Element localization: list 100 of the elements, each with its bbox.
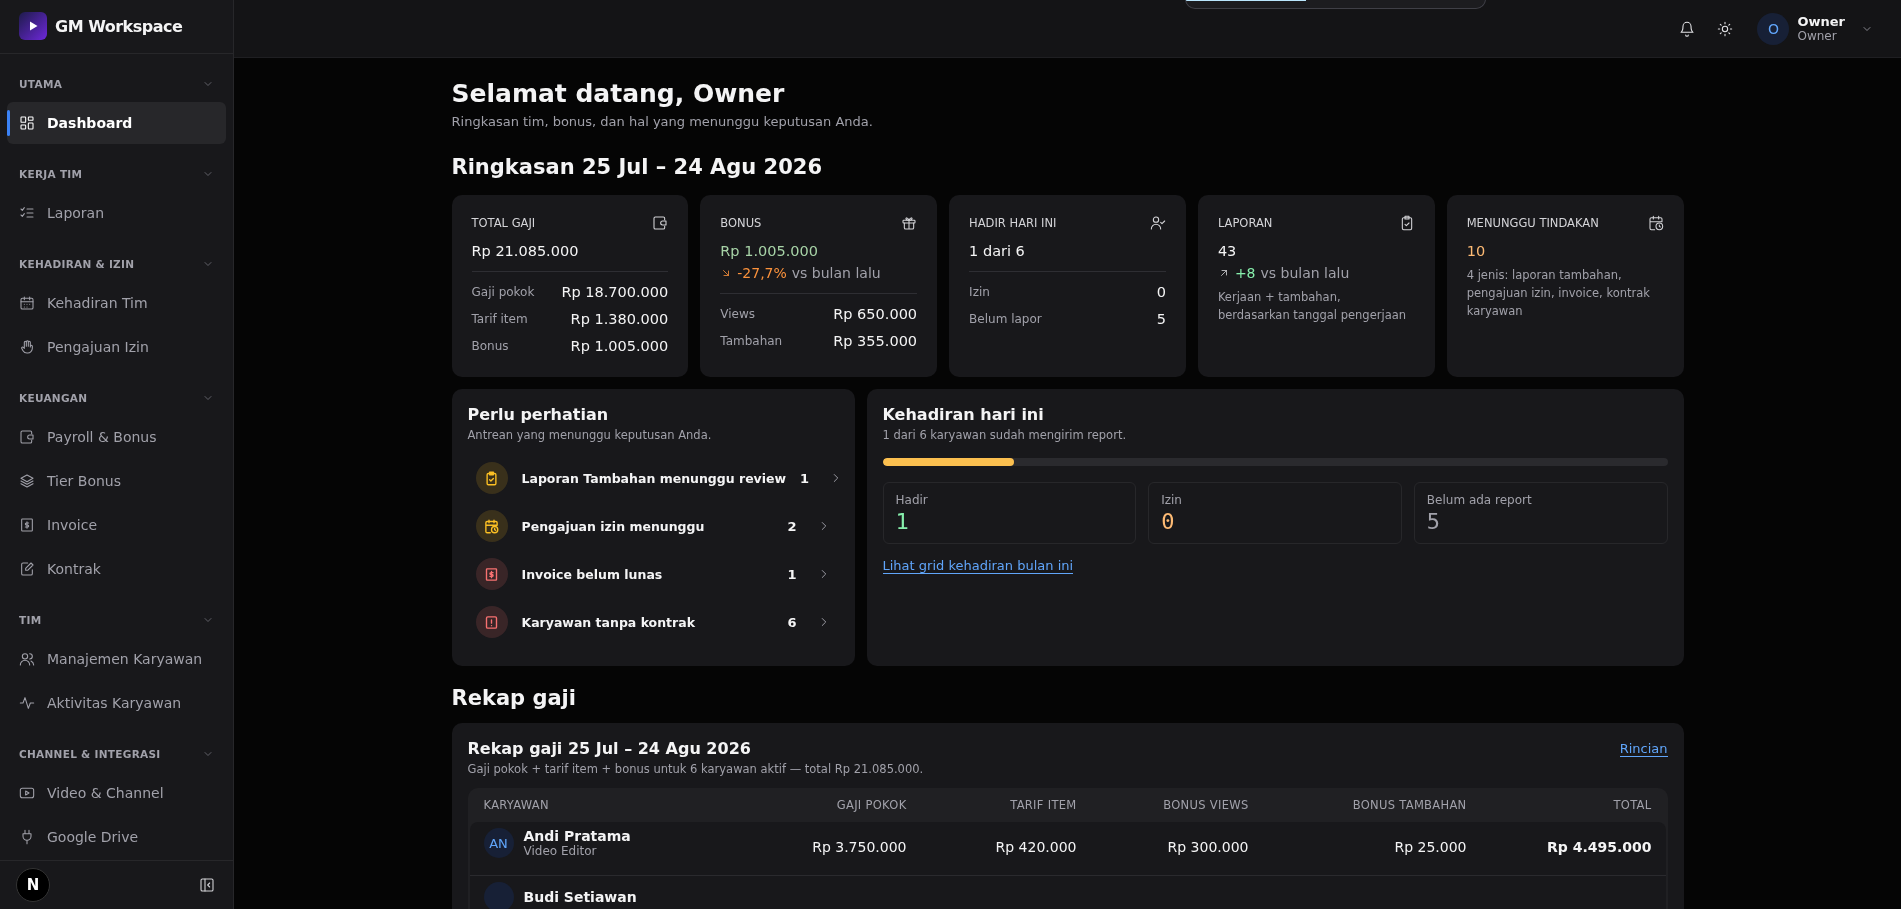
column-header: GAJI POKOK xyxy=(835,798,907,812)
column-header: TOTAL xyxy=(1612,798,1652,812)
card-label: LAPORAN xyxy=(1217,216,1273,230)
panel-title: Kehadiran hari ini xyxy=(882,405,1045,424)
row-value: Rp 18.700.000 xyxy=(561,283,669,300)
nav-item[interactable]: Manajemen Karyawan xyxy=(7,637,226,680)
nav-item[interactable]: Invoice xyxy=(7,503,226,546)
row-value: Rp 650.000 xyxy=(833,305,918,322)
nav-item[interactable]: Kehadiran Tim xyxy=(7,281,226,324)
row-value: Rp 355.000 xyxy=(833,332,918,349)
page-subtitle: Ringkasan tim, bonus, dan hal yang menunggu keputusan Anda. xyxy=(451,114,874,129)
checklist-icon xyxy=(19,204,35,221)
section-header[interactable]: KEUANGAN xyxy=(7,379,226,416)
row-value: 0 xyxy=(1156,283,1166,300)
section-header[interactable]: CHANNEL & INTEGRASI xyxy=(7,735,226,772)
document-pen-icon xyxy=(19,560,35,577)
table-cell-text: Rp 300.000 xyxy=(1166,838,1249,857)
employee-name: Andi Pratama xyxy=(523,828,631,844)
card-value: 1 dari 6 xyxy=(969,243,1026,259)
nav-item[interactable]: Pengajuan Izin xyxy=(7,325,226,368)
nav-item[interactable]: Tier Bonus xyxy=(7,459,226,502)
attention-item[interactable]: Pengajuan izin menunggu 2 xyxy=(467,502,839,550)
nav-item[interactable]: Payroll & Bonus xyxy=(7,415,226,458)
wallet-icon xyxy=(652,215,669,231)
table-cell-text: Rp 3.750.000 xyxy=(811,838,907,857)
row-label: Views xyxy=(720,306,756,321)
sun-icon xyxy=(1717,20,1734,37)
delta-text: vs bulan lalu xyxy=(791,265,881,281)
card-value: 43 xyxy=(1217,243,1238,259)
calendar-icon xyxy=(19,294,35,311)
app-name: GM Workspace xyxy=(55,16,183,36)
item-count: 6 xyxy=(786,614,797,630)
attention-item[interactable]: Invoice belum lunas 1 xyxy=(467,550,839,598)
attention-item[interactable]: Karyawan tanpa kontrak 6 xyxy=(467,598,839,646)
card-label: BONUS xyxy=(720,216,762,230)
nav-item[interactable]: Google Drive xyxy=(7,815,226,858)
nav-item[interactable]: Laporan xyxy=(7,191,226,234)
section-header[interactable]: KERJA TIM xyxy=(7,155,226,192)
user-check-icon xyxy=(1149,215,1166,231)
table-cell-text: Rp 420.000 xyxy=(994,838,1077,857)
section-title: Ringkasan 25 Jul – 24 Agu 2026 xyxy=(451,155,824,179)
attention-item[interactable]: Laporan Tambahan menunggu review 1 xyxy=(467,454,839,502)
nav-item[interactable]: Video & Channel xyxy=(7,771,226,814)
sidebar-collapse-icon xyxy=(199,876,215,893)
row-label: Bonus xyxy=(471,338,509,353)
nav-item[interactable]: Dashboard xyxy=(7,101,226,144)
card-label: TOTAL GAJI xyxy=(471,216,536,230)
page-title: Selamat datang, Owner xyxy=(451,79,786,108)
users-icon xyxy=(19,650,35,667)
stat-label: Izin xyxy=(1161,493,1183,507)
attendance-link[interactable]: Lihat grid kehadiran bulan ini xyxy=(882,558,1074,574)
row-value: 5 xyxy=(1156,310,1166,327)
delta-value: -27,7% xyxy=(737,265,787,281)
card-value: Rp 1.005.000 xyxy=(720,243,819,259)
section-title: Rekap gaji xyxy=(451,686,577,710)
calendar-clock-icon xyxy=(1647,215,1664,231)
row-label: Tambahan xyxy=(720,333,783,348)
card-note: Kerjaan + tambahan, berdasarkan tanggal pengerjaan xyxy=(1217,289,1408,324)
column-header: TARIF ITEM xyxy=(1009,798,1077,812)
stat-value: 5 xyxy=(1426,509,1442,534)
card-label: MENUNGGU TINDAKAN xyxy=(1466,216,1599,230)
dashboard-grid-icon xyxy=(19,114,35,131)
delta-text: vs bulan lalu xyxy=(1260,265,1350,281)
section-header[interactable]: TIM xyxy=(7,601,226,638)
row-value: Rp 1.005.000 xyxy=(570,337,669,354)
delta-value: +8 xyxy=(1234,265,1256,281)
nav-item[interactable]: Kontrak xyxy=(7,547,226,590)
hand-icon xyxy=(19,338,35,355)
pulse-icon xyxy=(19,694,35,711)
section-header[interactable]: KEHADIRAN & IZIN xyxy=(7,245,226,282)
wallet-icon xyxy=(19,428,35,445)
stat-label: Belum ada report xyxy=(1426,493,1533,507)
employee-name: Budi Setiawan xyxy=(523,889,637,905)
card-value: Rp 21.085.000 xyxy=(471,243,580,259)
row-label: Tarif item xyxy=(471,311,528,326)
panel-subtitle: 1 dari 6 karyawan sudah mengirim report. xyxy=(882,428,1128,442)
avatar-badge[interactable]: N xyxy=(16,867,50,902)
nav-item[interactable]: Aktivitas Karyawan xyxy=(7,681,226,724)
user-menu[interactable]: O Owner Owner xyxy=(1757,12,1873,45)
column-header: KARYAWAN xyxy=(483,798,550,812)
section-header[interactable]: UTAMA xyxy=(7,65,226,102)
card-note: 4 jenis: laporan tambahan, pengajuan izin, invoice, kontrak karyawan xyxy=(1466,267,1651,320)
row-label: Belum lapor xyxy=(969,311,1042,326)
row-value: Rp 1.380.000 xyxy=(570,310,669,327)
item-count: 2 xyxy=(786,518,797,534)
stat-value: 0 xyxy=(1161,509,1176,534)
employee-avatar xyxy=(483,882,514,909)
layers-icon xyxy=(19,472,35,489)
item-count: 1 xyxy=(786,566,797,582)
table-cell-text: Rp 4.495.000 xyxy=(1546,838,1652,857)
item-count: 1 xyxy=(800,470,810,486)
user-name: Owner xyxy=(1797,14,1845,29)
stat-value: 1 xyxy=(895,509,910,534)
panel-subtitle: Gaji pokok + tarif item + bonus untuk 6 karyawan aktif — total Rp 21.085.000. xyxy=(467,762,924,776)
panel-title: Perlu perhatian xyxy=(467,405,610,424)
bell-icon xyxy=(1679,20,1696,37)
row-label: Izin xyxy=(969,284,990,299)
employee-avatar: AN xyxy=(483,828,514,858)
details-link[interactable]: Rincian xyxy=(1619,741,1668,757)
plug-icon xyxy=(19,828,35,845)
